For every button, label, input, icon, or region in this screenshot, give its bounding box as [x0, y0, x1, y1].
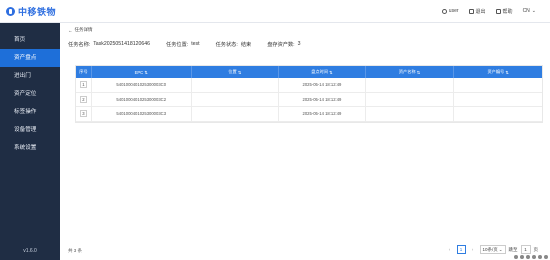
user-icon [441, 8, 447, 14]
row-location [192, 92, 280, 106]
asset-count-label: 盘存资产数: [267, 42, 295, 48]
asset-count-value: 3 [297, 41, 301, 47]
help-button[interactable]: 帮助 [495, 8, 513, 15]
sidebar-item-home[interactable]: 首页 [0, 31, 60, 49]
tray-icon[interactable] [520, 255, 524, 259]
row-seq: 2 [79, 95, 87, 103]
version-label: v1.6.0 [23, 248, 37, 254]
column-header-epc[interactable]: EPC ⇅ [92, 66, 192, 78]
sort-icon: ⇅ [237, 69, 242, 75]
next-page-button[interactable]: › [469, 246, 477, 254]
row-time: 2025-05-14 18:12:49 [279, 78, 366, 92]
page-size-select[interactable]: 10条/页 ⌄ [479, 245, 506, 254]
user-menu[interactable]: user [441, 8, 459, 14]
column-header-seq: 序号 [76, 66, 92, 78]
task-name-value: Task2025051418120646 [93, 41, 151, 47]
row-asset-no [454, 107, 542, 121]
jump-input[interactable]: 1 [520, 245, 531, 254]
row-epc: 5401000401025300003C0 [92, 78, 192, 92]
sidebar: 首页 资产盘点 进出门 资产定位 标签操作 设备管理 系统设置 v1.6.0 [0, 23, 60, 260]
table-row[interactable]: 1 5401000401025300003C0 2025-05-14 18:12… [76, 78, 542, 93]
row-epc: 5401000401025300003C3 [92, 107, 192, 121]
sidebar-item-asset-location[interactable]: 资产定位 [0, 85, 60, 103]
inventory-table: 序号 EPC ⇅ 位置 ⇅ 盘点时间 ⇅ 资产名称 ⇅ 资产编号 ⇅ 1 540… [75, 65, 543, 123]
task-status-label: 任务状态: [215, 42, 238, 48]
task-location-label: 任务位置: [166, 42, 189, 48]
row-location [192, 78, 280, 92]
column-header-time[interactable]: 盘点时间 ⇅ [279, 66, 366, 78]
back-label: 任务详情 [74, 27, 93, 32]
column-header-asset-no[interactable]: 资产编号 ⇅ [454, 66, 542, 78]
logo: 中移铁物 [0, 5, 60, 18]
row-time: 2025-05-14 18:12:49 [279, 107, 366, 121]
sidebar-item-door-access[interactable]: 进出门 [0, 67, 60, 85]
sort-icon: ⇅ [144, 69, 148, 75]
row-asset-no [454, 93, 542, 107]
page-size-label: 10条/页 [482, 246, 498, 252]
tray-icon[interactable] [532, 255, 536, 259]
chevron-down-icon: ⌄ [531, 8, 536, 14]
tray-icons [514, 255, 548, 259]
page-number-current[interactable]: 1 [456, 245, 466, 254]
row-asset-name [366, 107, 455, 121]
row-seq: 1 [79, 81, 87, 89]
task-name-label: 任务名称: [68, 42, 91, 48]
back-link[interactable]: ← 任务详情 [68, 27, 93, 33]
row-asset-name [366, 78, 455, 92]
sidebar-item-system-settings[interactable]: 系统设置 [0, 139, 60, 157]
logo-icon [6, 6, 15, 16]
user-name: user [448, 8, 459, 14]
main-content: ← 任务详情 任务名称: Task2025051418120646 任务位置: … [60, 23, 550, 260]
chevron-down-icon: ⌄ [498, 246, 503, 252]
row-time: 2025-05-14 18:12:49 [279, 92, 366, 106]
column-header-location[interactable]: 位置 ⇅ [192, 66, 280, 78]
tray-icon[interactable] [526, 255, 530, 259]
arrow-left-icon: ← [68, 27, 73, 33]
row-epc: 5401000401025300003C2 [92, 92, 192, 106]
pagination: ‹ 1 › 10条/页 ⌄ 跳至 1 页 [446, 245, 539, 254]
logout-button[interactable]: 退出 [468, 8, 486, 15]
table-row[interactable]: 3 5401000401025300003C3 2025-05-14 18:12… [76, 107, 542, 122]
row-seq: 3 [79, 110, 87, 118]
sort-icon: ⇅ [505, 69, 509, 75]
sidebar-item-asset-inventory[interactable]: 资产盘点 [0, 49, 60, 67]
sidebar-item-device-management[interactable]: 设备管理 [0, 121, 60, 139]
tray-icon[interactable] [538, 255, 542, 259]
top-bar: 中移铁物 user 退出 帮助 CN ⌄ [0, 0, 550, 23]
table-header: 序号 EPC ⇅ 位置 ⇅ 盘点时间 ⇅ 资产名称 ⇅ 资产编号 ⇅ [76, 66, 542, 78]
task-location-value: test [191, 41, 200, 47]
language-label: CN [522, 8, 530, 14]
tray-icon[interactable] [544, 255, 548, 259]
table-row[interactable]: 2 5401000401025300003C2 2025-05-14 18:12… [76, 92, 542, 107]
prev-page-button[interactable]: ‹ [446, 246, 454, 254]
row-location [192, 107, 280, 121]
row-asset-name [366, 92, 455, 106]
row-asset-no [454, 78, 542, 92]
language-select[interactable]: CN ⌄ [523, 8, 536, 14]
sidebar-item-tag-operation[interactable]: 标签操作 [0, 103, 60, 121]
task-status-value: 结束 [240, 42, 252, 48]
sort-icon: ⇅ [416, 69, 421, 75]
total-count: 共 3 条 [68, 248, 83, 253]
logo-text: 中移铁物 [18, 6, 57, 17]
column-header-asset-name[interactable]: 资产名称 ⇅ [366, 66, 455, 78]
jump-label: 跳至 [508, 246, 518, 252]
page-unit-label: 页 [533, 246, 539, 252]
logout-icon [468, 8, 474, 14]
logout-label: 退出 [475, 8, 486, 15]
sort-icon: ⇅ [329, 69, 333, 75]
help-icon [495, 8, 501, 14]
tray-icon[interactable] [514, 255, 518, 259]
task-info: 任务名称: Task2025051418120646 任务位置: test 任务… [68, 41, 316, 48]
help-label: 帮助 [502, 8, 513, 15]
